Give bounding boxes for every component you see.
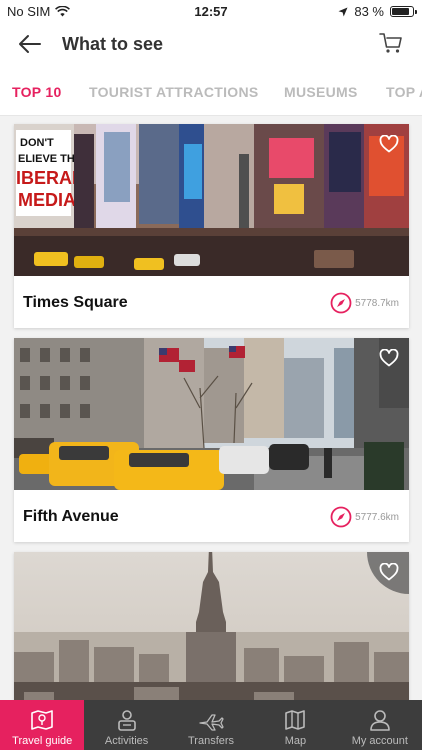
places-list: DON'T ELIEVE THE IBERAL MEDIA! Times Squ… <box>0 116 422 700</box>
tab-transfers[interactable]: Transfers <box>169 700 253 750</box>
battery-percent: 83 % <box>354 4 384 19</box>
map-book-icon <box>31 710 54 730</box>
tab-label: My account <box>351 735 408 747</box>
place-name: Fifth Avenue <box>23 508 119 525</box>
tab-top-a[interactable]: TOP A <box>386 84 422 100</box>
status-bar: No SIM 12:57 83 % <box>0 0 422 22</box>
tab-my-account[interactable]: My account <box>338 700 422 750</box>
place-card-times-square[interactable]: DON'T ELIEVE THE IBERAL MEDIA! Times Squ… <box>14 124 409 328</box>
battery-icon <box>390 6 417 17</box>
favorite-button[interactable] <box>369 124 409 164</box>
place-card-fifth-avenue[interactable]: Fifth Avenue 5777.6km <box>14 338 409 542</box>
svg-text:DON'T: DON'T <box>20 137 54 149</box>
svg-text:ELIEVE THE: ELIEVE THE <box>18 153 82 165</box>
place-image: DON'T ELIEVE THE IBERAL MEDIA! <box>14 124 409 276</box>
place-image <box>14 338 409 490</box>
page-title: What to see <box>62 34 164 54</box>
tab-map[interactable]: Map <box>253 700 337 750</box>
favorite-button[interactable] <box>369 552 409 592</box>
place-card-footer: Fifth Avenue 5777.6km <box>14 490 409 542</box>
tab-label: Transfers <box>187 735 235 747</box>
place-distance: 5777.6km <box>330 506 399 528</box>
bottom-tab-bar: Travel guide Activities Transfers Map My… <box>0 700 422 750</box>
tab-museums[interactable]: MUSEUMS <box>284 84 358 100</box>
category-tabs: TOP 10 TOURIST ATTRACTIONS MUSEUMS TOP A <box>0 66 422 116</box>
distance-value: 5777.6km <box>355 511 399 523</box>
person-badge-icon <box>117 710 136 731</box>
map-icon <box>285 710 306 730</box>
svg-text:MEDIA!: MEDIA! <box>18 190 82 210</box>
user-icon <box>370 710 390 731</box>
tab-tourist-attractions[interactable]: TOURIST ATTRACTIONS <box>89 84 259 100</box>
compass-icon <box>330 506 352 528</box>
place-card-empire-state[interactable] <box>14 552 409 700</box>
heart-icon <box>379 135 399 153</box>
distance-value: 5778.7km <box>355 297 399 309</box>
favorite-button[interactable] <box>369 338 409 378</box>
location-arrow-icon <box>338 7 348 16</box>
status-right: 83 % <box>338 4 417 19</box>
heart-icon <box>379 349 399 367</box>
header: What to see <box>0 22 422 66</box>
place-distance: 5778.7km <box>330 292 399 314</box>
place-card-footer: Times Square 5778.7km <box>14 276 409 328</box>
cart-icon[interactable] <box>378 30 404 56</box>
tab-travel-guide[interactable]: Travel guide <box>0 700 85 750</box>
tab-activities[interactable]: Activities <box>84 700 168 750</box>
place-name: Times Square <box>23 294 128 311</box>
heart-icon <box>379 563 399 581</box>
compass-icon <box>330 292 352 314</box>
battery-level <box>392 8 409 15</box>
place-image <box>14 552 409 700</box>
back-arrow-icon[interactable] <box>16 30 44 58</box>
tab-label: Travel guide <box>12 735 73 747</box>
svg-text:IBERAL: IBERAL <box>16 168 83 188</box>
tab-label: Map <box>284 735 307 747</box>
tab-top-10[interactable]: TOP 10 <box>12 84 62 100</box>
plane-icon <box>199 714 224 731</box>
tab-label: Activities <box>104 735 149 747</box>
